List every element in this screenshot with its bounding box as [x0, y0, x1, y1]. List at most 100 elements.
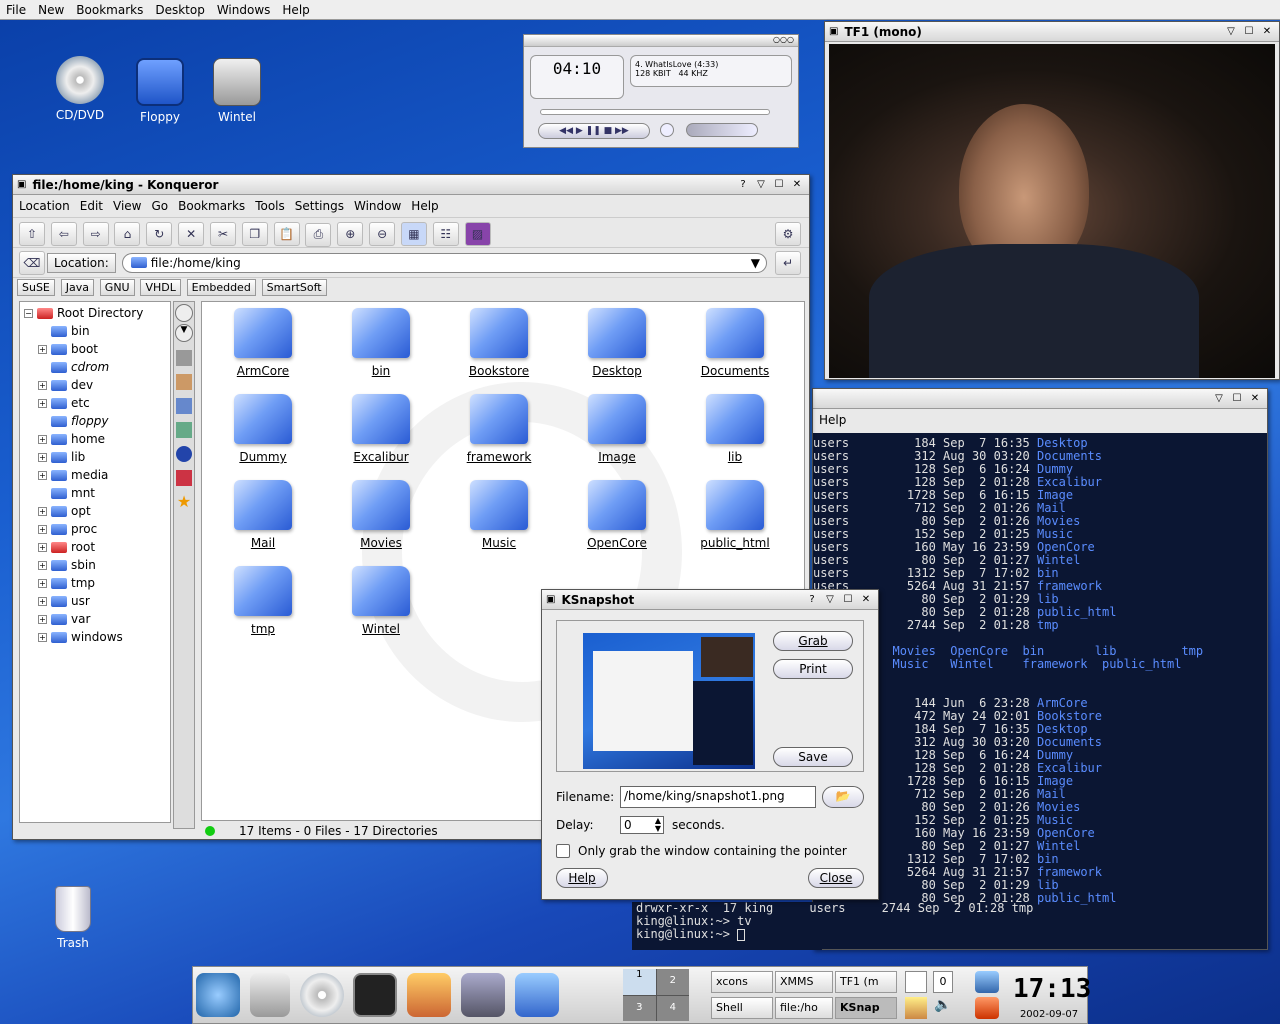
- shade-icon[interactable]: ▽: [753, 178, 769, 192]
- tree-item-usr[interactable]: + usr: [24, 592, 166, 610]
- bookmark-star-icon[interactable]: ★: [176, 494, 192, 510]
- print-button[interactable]: Print: [773, 659, 853, 679]
- stop-icon[interactable]: ✕: [178, 222, 205, 246]
- history-icon[interactable]: [176, 374, 192, 390]
- eject-icon[interactable]: [660, 123, 674, 137]
- close-icon[interactable]: ✕: [789, 178, 805, 192]
- menu-settings[interactable]: Settings: [295, 199, 344, 213]
- maximize-icon[interactable]: ☐: [1241, 25, 1257, 39]
- desktop-icon-wintel[interactable]: Wintel: [197, 58, 277, 124]
- maximize-icon[interactable]: ☐: [771, 178, 787, 192]
- services-icon[interactable]: [176, 422, 192, 438]
- tree-item-sbin[interactable]: + sbin: [24, 556, 166, 574]
- image-view-icon[interactable]: ▨: [464, 222, 491, 246]
- window-menu-icon[interactable]: ▣: [17, 179, 26, 190]
- expand-icon[interactable]: +: [38, 525, 47, 534]
- expand-icon[interactable]: +: [38, 399, 47, 408]
- zoom-in-icon[interactable]: ⊕: [337, 222, 364, 246]
- desktop-icon-floppy[interactable]: Floppy: [120, 58, 200, 124]
- desktop-icon-trash[interactable]: Trash: [33, 886, 113, 950]
- menu-help[interactable]: Help: [411, 199, 438, 213]
- tree-item-root[interactable]: − Root Directory: [24, 304, 166, 322]
- shade-icon[interactable]: ▽: [822, 593, 838, 607]
- tree-item-cdrom[interactable]: +cdrom: [24, 358, 166, 376]
- location-input[interactable]: file:/home/king ▼: [121, 252, 767, 273]
- paste-icon[interactable]: 📋: [273, 222, 300, 246]
- chevron-down-icon[interactable]: ▼: [751, 256, 766, 270]
- mail-icon[interactable]: [461, 973, 506, 1017]
- clock[interactable]: 17:13: [1013, 969, 1091, 1009]
- back-icon[interactable]: ⇦: [50, 222, 77, 246]
- home-icon[interactable]: [407, 973, 452, 1017]
- shade-icon[interactable]: ▽: [1223, 25, 1239, 39]
- menu-go[interactable]: Go: [152, 199, 169, 213]
- expand-icon[interactable]: +: [38, 615, 47, 624]
- tree-item-opt[interactable]: + opt: [24, 502, 166, 520]
- root-folder-icon[interactable]: [176, 470, 192, 486]
- close-button[interactable]: Close: [808, 868, 864, 888]
- file-icon-OpenCore[interactable]: OpenCore: [558, 474, 676, 560]
- file-icon-Desktop[interactable]: Desktop: [558, 302, 676, 388]
- task-konqueror[interactable]: file:/ho: [775, 997, 833, 1019]
- filename-input[interactable]: /home/king/snapshot1.png: [620, 786, 816, 808]
- tree-item-var[interactable]: + var: [24, 610, 166, 628]
- ruler-icon[interactable]: [176, 350, 192, 366]
- expand-icon[interactable]: +: [38, 579, 47, 588]
- file-icon-Music[interactable]: Music: [440, 474, 558, 560]
- tree-item-etc[interactable]: + etc: [24, 394, 166, 412]
- home-folder-icon[interactable]: [176, 398, 192, 414]
- help-icon[interactable]: ?: [735, 178, 751, 192]
- maximize-icon[interactable]: ☐: [840, 593, 856, 607]
- desktop-1[interactable]: 1: [623, 969, 656, 995]
- tree-item-floppy[interactable]: +floppy: [24, 412, 166, 430]
- tree-item-windows[interactable]: + windows: [24, 628, 166, 646]
- tree-item-proc[interactable]: + proc: [24, 520, 166, 538]
- file-icon-public_html[interactable]: public_html: [676, 474, 794, 560]
- file-icon-framework[interactable]: framework: [440, 388, 558, 474]
- expand-icon[interactable]: +: [38, 435, 47, 444]
- file-icon-bin[interactable]: bin: [322, 302, 440, 388]
- file-icon-Image[interactable]: Image: [558, 388, 676, 474]
- task-shell[interactable]: Shell: [711, 997, 773, 1019]
- file-icon-Dummy[interactable]: Dummy: [204, 388, 322, 474]
- tree-view-icon[interactable]: ☷: [432, 222, 459, 246]
- open-folder-icon[interactable]: 📂: [822, 786, 864, 808]
- lock-icon[interactable]: [975, 971, 999, 993]
- forward-icon[interactable]: ⇨: [82, 222, 109, 246]
- menu-view[interactable]: View: [113, 199, 141, 213]
- expand-icon[interactable]: +: [38, 471, 47, 480]
- home-icon[interactable]: ⌂: [114, 222, 141, 246]
- logout-icon[interactable]: [975, 997, 999, 1019]
- expand-icon[interactable]: +: [38, 507, 47, 516]
- xmms-volume-slider[interactable]: [686, 123, 758, 137]
- xmms-titlebar[interactable]: ○○○: [524, 35, 798, 47]
- file-icon-Wintel[interactable]: Wintel: [322, 560, 440, 646]
- bookmark-vhdl[interactable]: VHDL: [140, 279, 181, 296]
- tree-item-mnt[interactable]: +mnt: [24, 484, 166, 502]
- desktop-icon-cddvd[interactable]: CD/DVD: [40, 56, 120, 122]
- expand-icon[interactable]: +: [38, 453, 47, 462]
- finder-icon[interactable]: [249, 973, 290, 1017]
- only-grab-checkbox[interactable]: [556, 844, 570, 858]
- bookmark-smartsoft[interactable]: SmartSoft: [261, 279, 327, 296]
- terminal-output[interactable]: users 184 Sep 7 16:35 Desktop users 312 A…: [813, 433, 1267, 949]
- reload-icon[interactable]: ↻: [146, 222, 173, 246]
- konqueror-titlebar[interactable]: ▣ file:/home/king - Konqueror ? ▽ ☐ ✕: [13, 175, 809, 195]
- copy-icon[interactable]: ❐: [241, 222, 268, 246]
- ksnapshot-titlebar[interactable]: ▣ KSnapshot ? ▽ ☐ ✕: [542, 590, 878, 610]
- menu-help[interactable]: Help: [276, 3, 315, 17]
- grab-button[interactable]: Grab: [773, 631, 853, 651]
- menu-new[interactable]: New: [32, 3, 70, 17]
- tree-item-lib[interactable]: + lib: [24, 448, 166, 466]
- tree-item-home[interactable]: + home: [24, 430, 166, 448]
- go-icon[interactable]: ↵: [775, 250, 801, 275]
- bookmark-suse[interactable]: SuSE: [17, 279, 55, 296]
- file-icon-ArmCore[interactable]: ArmCore: [204, 302, 322, 388]
- terminal-menu-help[interactable]: Help: [819, 413, 846, 427]
- menu-desktop[interactable]: Desktop: [149, 3, 211, 17]
- music-cd-icon[interactable]: [299, 973, 344, 1017]
- expand-icon[interactable]: +: [38, 543, 47, 552]
- menu-file[interactable]: File: [0, 3, 32, 17]
- expand-icon[interactable]: +: [38, 633, 47, 642]
- menu-window[interactable]: Window: [354, 199, 401, 213]
